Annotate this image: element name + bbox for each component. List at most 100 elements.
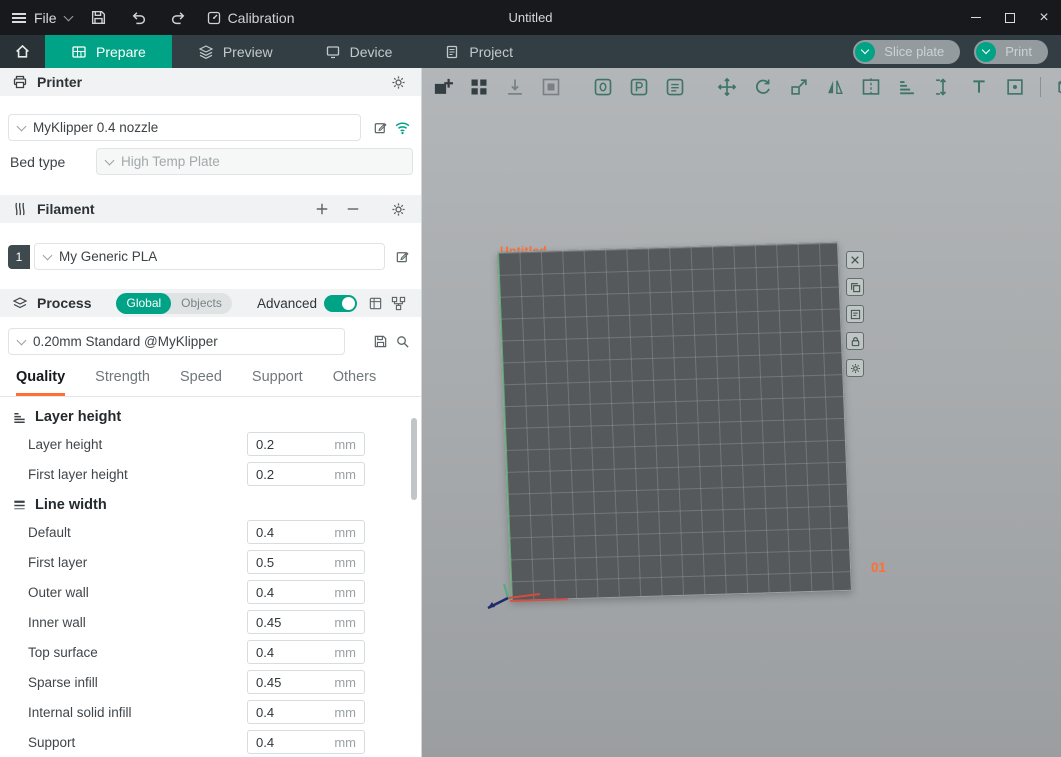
tab-quality[interactable]: Quality bbox=[16, 369, 65, 396]
param-row-support: Support mm bbox=[0, 727, 421, 757]
text-tool-icon[interactable] bbox=[966, 74, 992, 100]
bed-type-select[interactable]: High Temp Plate bbox=[96, 148, 413, 175]
process-preset-select[interactable]: 0.20mm Standard @MyKlipper bbox=[8, 328, 345, 355]
process-section-header: Process Global Objects Advanced bbox=[0, 289, 421, 317]
print-button[interactable]: Print bbox=[974, 40, 1048, 64]
calibration-button[interactable]: Calibration bbox=[206, 10, 295, 26]
table-icon bbox=[368, 296, 383, 311]
save-icon bbox=[90, 9, 107, 26]
param-label: Default bbox=[28, 525, 247, 540]
sidebar-scrollbar[interactable] bbox=[411, 418, 417, 500]
scope-objects-button[interactable]: Objects bbox=[171, 296, 232, 310]
rotate-tool-icon[interactable] bbox=[750, 74, 776, 100]
lock-plate-icon[interactable] bbox=[846, 332, 864, 350]
internal-solid-infill-line-width-input[interactable] bbox=[256, 705, 334, 720]
tab-project[interactable]: Project bbox=[418, 35, 539, 68]
app-window: File Calibration Untitled × bbox=[0, 0, 1061, 757]
object-structure-button[interactable] bbox=[387, 292, 409, 314]
printer-settings-button[interactable] bbox=[387, 71, 409, 93]
plate-name-edit-icon[interactable] bbox=[846, 305, 864, 323]
slice-options-dropdown[interactable] bbox=[855, 42, 875, 62]
scope-global-button[interactable]: Global bbox=[116, 293, 171, 314]
paint-tool-icon[interactable] bbox=[626, 74, 652, 100]
advanced-toggle[interactable] bbox=[324, 295, 357, 312]
delete-plate-icon[interactable] bbox=[846, 251, 864, 269]
viewport-canvas[interactable]: Untitled 01 bbox=[422, 68, 1061, 757]
height-range-icon[interactable] bbox=[930, 74, 956, 100]
arrange-all-icon[interactable] bbox=[466, 74, 492, 100]
filament-section-title: Filament bbox=[37, 201, 95, 217]
assembly-view-icon[interactable] bbox=[590, 74, 616, 100]
minimize-icon bbox=[971, 17, 981, 18]
scale-tool-icon[interactable] bbox=[786, 74, 812, 100]
tab-speed[interactable]: Speed bbox=[180, 369, 222, 396]
param-label: Sparse infill bbox=[28, 675, 247, 690]
cut-tool-icon[interactable] bbox=[858, 74, 884, 100]
tree-icon bbox=[391, 296, 406, 311]
object-list-icon[interactable] bbox=[662, 74, 688, 100]
wifi-icon bbox=[394, 119, 411, 136]
add-plate-icon[interactable] bbox=[430, 74, 456, 100]
edit-printer-button[interactable] bbox=[369, 117, 391, 139]
move-tool-icon[interactable] bbox=[714, 74, 740, 100]
param-row-inner-wall: Inner wall mm bbox=[0, 607, 421, 637]
redo-button[interactable] bbox=[166, 5, 192, 31]
close-button[interactable]: × bbox=[1027, 0, 1061, 35]
bed-type-label: Bed type bbox=[8, 154, 96, 170]
search-settings-button[interactable] bbox=[391, 331, 413, 353]
printer-icon bbox=[12, 74, 28, 90]
seam-tool-icon[interactable] bbox=[1002, 74, 1028, 100]
add-filament-button[interactable] bbox=[311, 198, 333, 220]
plate-settings-icon[interactable] bbox=[846, 359, 864, 377]
home-button[interactable] bbox=[0, 35, 45, 68]
chevron-down-icon bbox=[105, 155, 115, 165]
assembly-cube-icon[interactable] bbox=[1053, 74, 1061, 100]
tab-preview[interactable]: Preview bbox=[172, 35, 299, 68]
tab-prepare[interactable]: Prepare bbox=[45, 35, 172, 68]
process-scope-toggle: Global Objects bbox=[116, 293, 231, 314]
print-options-dropdown[interactable] bbox=[976, 42, 996, 62]
tab-device[interactable]: Device bbox=[299, 35, 419, 68]
minimize-button[interactable] bbox=[959, 0, 993, 35]
slice-plate-button[interactable]: Slice plate bbox=[853, 40, 960, 64]
clone-plate-icon[interactable] bbox=[846, 278, 864, 296]
layer-height-input[interactable] bbox=[256, 437, 334, 452]
coordinate-axes bbox=[480, 580, 550, 612]
sparse-infill-line-width-input[interactable] bbox=[256, 675, 334, 690]
auto-orient-icon[interactable] bbox=[502, 74, 528, 100]
filament-settings-button[interactable] bbox=[387, 198, 409, 220]
support-line-width-input[interactable] bbox=[256, 735, 334, 750]
top-surface-line-width-input[interactable] bbox=[256, 645, 334, 660]
edit-filament-button[interactable] bbox=[391, 246, 413, 268]
build-plate[interactable] bbox=[497, 242, 852, 601]
remove-filament-button[interactable] bbox=[342, 198, 364, 220]
unit-label: mm bbox=[334, 585, 356, 600]
undo-button[interactable] bbox=[126, 5, 152, 31]
default-line-width-input[interactable] bbox=[256, 525, 334, 540]
tab-strength[interactable]: Strength bbox=[95, 369, 150, 396]
home-icon bbox=[14, 43, 31, 60]
layer-height-category-title: Layer height bbox=[35, 409, 121, 425]
fill-bed-icon[interactable] bbox=[538, 74, 564, 100]
file-menu[interactable]: File bbox=[12, 10, 72, 26]
unit-label: mm bbox=[334, 645, 356, 660]
tab-support[interactable]: Support bbox=[252, 369, 303, 396]
save-preset-button[interactable] bbox=[369, 331, 391, 353]
tab-others[interactable]: Others bbox=[333, 369, 377, 396]
edit-icon bbox=[373, 120, 388, 135]
filament-preset-select[interactable]: My Generic PLA bbox=[34, 243, 385, 270]
first-layer-line-width-input[interactable] bbox=[256, 555, 334, 570]
parameter-table-button[interactable] bbox=[364, 292, 386, 314]
inner-wall-line-width-input[interactable] bbox=[256, 615, 334, 630]
outer-wall-line-width-input[interactable] bbox=[256, 585, 334, 600]
maximize-button[interactable] bbox=[993, 0, 1027, 35]
mirror-tool-icon[interactable] bbox=[822, 74, 848, 100]
first-layer-height-input[interactable] bbox=[256, 467, 334, 482]
bed-type-value: High Temp Plate bbox=[121, 154, 220, 169]
save-button[interactable] bbox=[86, 5, 112, 31]
printer-preset-select[interactable]: MyKlipper 0.4 nozzle bbox=[8, 114, 361, 141]
filament-index-badge[interactable]: 1 bbox=[8, 245, 30, 269]
variable-layer-height-icon[interactable] bbox=[894, 74, 920, 100]
printer-connection-button[interactable] bbox=[391, 117, 413, 139]
titlebar: File Calibration Untitled × bbox=[0, 0, 1061, 35]
